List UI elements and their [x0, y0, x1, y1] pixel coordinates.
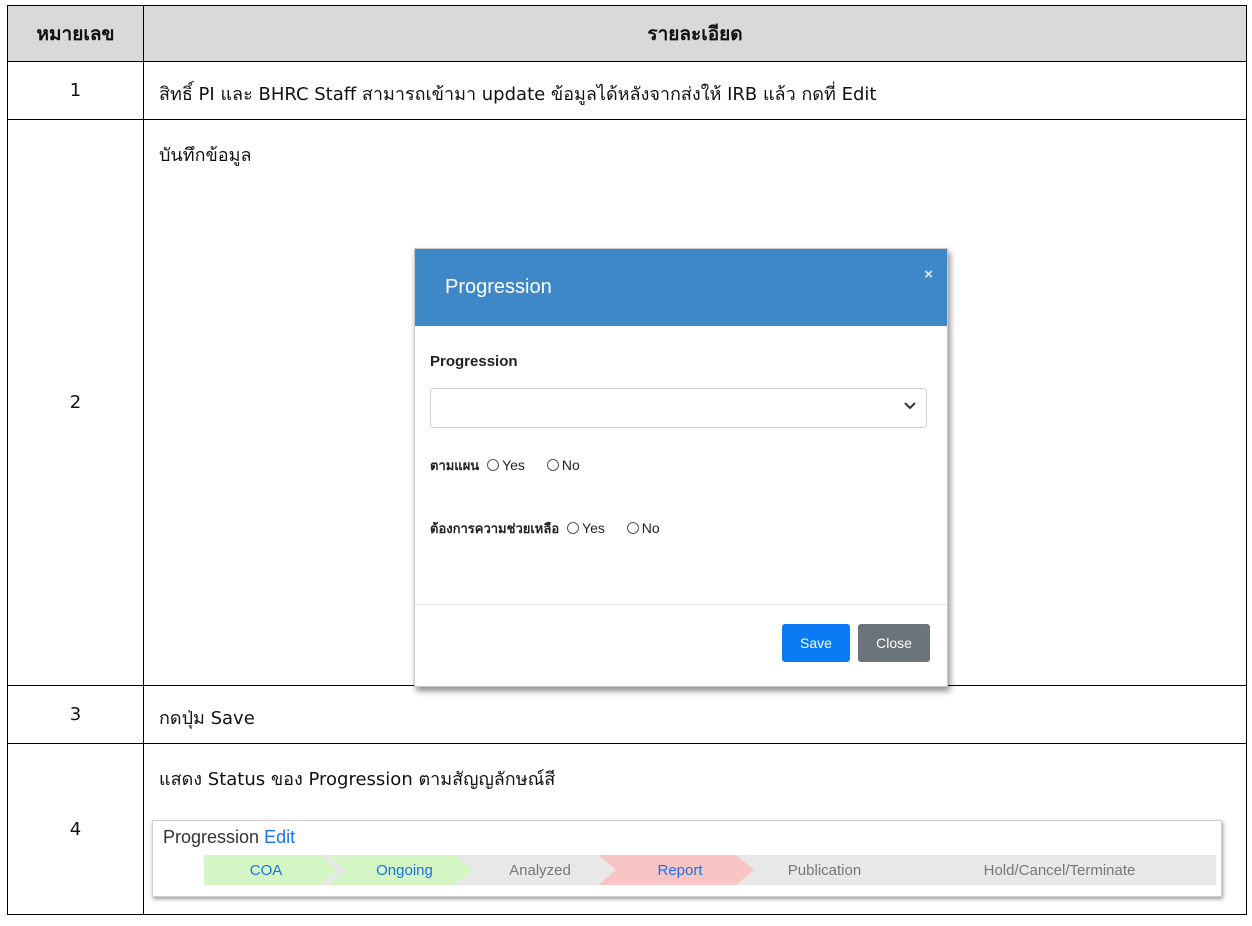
close-button[interactable]: Close: [858, 624, 930, 662]
radio-no-label: No: [561, 457, 580, 473]
radio-group-label: ต้องการความช่วยเหลือ: [430, 522, 560, 537]
table-row: 3 กดปุ่ม Save: [7, 685, 1247, 744]
table-row: 1 สิทธิ์ PI และ BHRC Staff สามารถเข้ามา …: [7, 61, 1247, 120]
row-text: แสดง Status ของ Progression ตามสัญญลักษณ…: [159, 769, 556, 790]
step-label[interactable]: COA: [250, 862, 283, 879]
row-detail: แสดง Status ของ Progression ตามสัญญลักษณ…: [143, 743, 1247, 915]
radio-yes-label: Yes: [582, 520, 605, 536]
table-row: 4 แสดง Status ของ Progression ตามสัญญลัก…: [7, 743, 1247, 915]
step-label[interactable]: Publication: [788, 862, 861, 879]
row-number: 3: [7, 685, 144, 744]
save-button[interactable]: Save: [782, 624, 850, 662]
radio-group-help: ต้องการความช่วยเหลือ Yes No: [430, 518, 674, 539]
header-detail: รายละเอียด: [143, 5, 1247, 62]
modal-header: Progression ×: [415, 249, 947, 326]
instruction-table: หมายเลข รายละเอียด 1 สิทธิ์ PI และ BHRC …: [7, 5, 1247, 915]
radio-group-label: ตามแผน: [430, 459, 480, 474]
row-number: 4: [7, 743, 144, 915]
row-detail: สิทธิ์ PI และ BHRC Staff สามารถเข้ามา up…: [143, 61, 1247, 120]
progression-modal: Progression × Progression ตามแผน Yes No …: [414, 248, 948, 687]
row-detail: บันทึกข้อมูล Progression × Progression ต…: [143, 119, 1247, 687]
radio-no-label: No: [641, 520, 660, 536]
radio-yes[interactable]: [567, 522, 580, 534]
row-text: บันทึกข้อมูล: [159, 145, 252, 166]
close-icon[interactable]: ×: [924, 266, 933, 283]
modal-title: Progression: [445, 276, 552, 298]
row-number: 1: [7, 61, 144, 120]
edit-link[interactable]: Edit: [264, 827, 295, 847]
chevron-down-icon: [904, 402, 916, 410]
row-detail: กดปุ่ม Save: [143, 685, 1247, 744]
progression-title-text: Progression: [163, 827, 260, 847]
table-header-row: หมายเลข รายละเอียด: [7, 5, 1247, 62]
radio-no[interactable]: [546, 459, 559, 471]
modal-footer-divider: [415, 604, 947, 605]
radio-yes[interactable]: [487, 459, 500, 471]
row-text: สิทธิ์ PI และ BHRC Staff สามารถเข้ามา up…: [159, 84, 877, 105]
row-text: กดปุ่ม Save: [159, 708, 255, 729]
progression-title: Progression Edit: [163, 827, 295, 848]
progression-field-label: Progression: [430, 353, 518, 370]
radio-group-plan: ตามแผน Yes No: [430, 455, 594, 476]
progression-status-panel: Progression Edit COA Ongoing Analyzed Repor…: [152, 820, 1222, 897]
radio-yes-label: Yes: [502, 457, 525, 473]
step-label[interactable]: Report: [657, 862, 702, 879]
table-row: 2 บันทึกข้อมูล Progression × Progression…: [7, 119, 1247, 687]
step-label[interactable]: Ongoing: [376, 862, 433, 879]
step-label[interactable]: Analyzed: [509, 862, 571, 879]
step-label[interactable]: Hold/Cancel/Terminate: [984, 862, 1136, 879]
header-number: หมายเลข: [7, 5, 144, 62]
progression-steps: COA Ongoing Analyzed Report Publication Hold/…: [204, 855, 1216, 885]
progression-select[interactable]: [430, 388, 927, 428]
row-number: 2: [7, 119, 144, 686]
radio-no[interactable]: [626, 522, 639, 534]
